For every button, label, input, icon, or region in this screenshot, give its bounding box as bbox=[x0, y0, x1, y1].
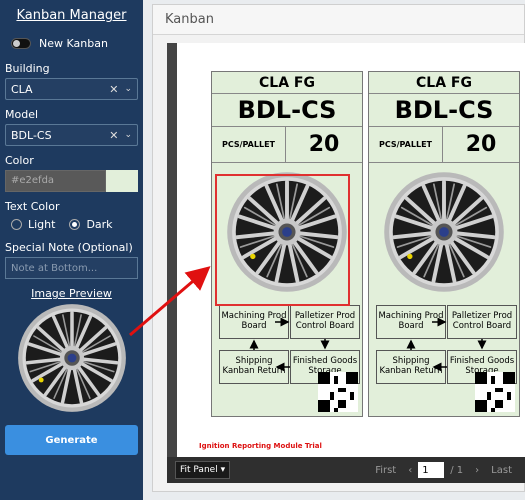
radio-light-label: Light bbox=[28, 218, 56, 231]
card-pcs-row: PCS/PALLET 20 bbox=[212, 127, 362, 163]
special-note-input[interactable]: Note at Bottom... bbox=[5, 257, 138, 279]
pdf-viewer[interactable]: CLA FG BDL-CS PCS/PALLET 20 Machining Pr… bbox=[167, 43, 525, 483]
building-label: Building bbox=[5, 62, 50, 75]
new-kanban-label: New Kanban bbox=[39, 37, 108, 50]
image-preview bbox=[5, 303, 138, 413]
footnote: Ignition Reporting Module Trial bbox=[199, 442, 322, 450]
fit-panel-label: Fit Panel bbox=[180, 465, 218, 475]
kanban-card: CLA FG BDL-CS PCS/PALLET 20 Machining Pr… bbox=[368, 71, 520, 417]
card-building: CLA FG bbox=[212, 72, 362, 94]
radio-light[interactable]: Light bbox=[11, 218, 55, 231]
model-value: BDL-CS bbox=[11, 128, 52, 142]
pcs-label: PCS/PALLET bbox=[369, 127, 443, 162]
building-select[interactable]: CLA ✕ ⌄ bbox=[5, 78, 138, 100]
building-value: CLA bbox=[11, 82, 33, 96]
radio-dark-label: Dark bbox=[86, 218, 113, 231]
qr-code bbox=[318, 372, 358, 412]
page-count: / 1 bbox=[450, 464, 464, 476]
last-page-button[interactable]: Last bbox=[491, 465, 512, 476]
first-page-button[interactable]: First bbox=[375, 465, 396, 476]
color-hex-input[interactable]: #e2efda bbox=[5, 170, 106, 192]
clear-building-icon[interactable]: ✕ bbox=[109, 83, 118, 96]
pcs-value: 20 bbox=[308, 132, 340, 157]
app-title: Kanban Manager bbox=[16, 8, 127, 23]
image-highlight-box bbox=[215, 174, 350, 306]
color-swatch[interactable] bbox=[106, 170, 138, 192]
sidebar: Kanban Manager New Kanban Building CLA ✕… bbox=[0, 0, 143, 500]
card-image bbox=[369, 163, 519, 301]
next-page-icon[interactable]: › bbox=[475, 465, 479, 476]
page-number-input[interactable]: 1 bbox=[418, 462, 445, 478]
generate-button[interactable]: Generate bbox=[5, 425, 138, 455]
kanban-panel: Kanban CLA FG BDL-CS PCS/PALLET 20 Machi… bbox=[152, 4, 525, 492]
image-preview-label: Image Preview bbox=[31, 287, 112, 300]
pcs-label: PCS/PALLET bbox=[212, 127, 286, 162]
viewer-edge bbox=[167, 43, 177, 463]
text-color-radio-group: Light Dark bbox=[11, 218, 138, 231]
new-kanban-toggle-row[interactable]: New Kanban bbox=[11, 37, 138, 50]
chevron-down-icon[interactable]: ⌄ bbox=[124, 130, 132, 140]
fit-panel-button[interactable]: Fit Panel ▾ bbox=[175, 461, 231, 479]
wheel-image bbox=[17, 303, 127, 413]
radio-dark[interactable]: Dark bbox=[69, 218, 113, 231]
color-picker: #e2efda bbox=[5, 170, 138, 192]
clear-model-icon[interactable]: ✕ bbox=[109, 129, 118, 142]
radio-light-dot[interactable] bbox=[11, 219, 22, 230]
qr-code bbox=[475, 372, 515, 412]
text-color-label: Text Color bbox=[5, 200, 60, 213]
model-select[interactable]: BDL-CS ✕ ⌄ bbox=[5, 124, 138, 146]
card-model: BDL-CS bbox=[212, 94, 362, 127]
pcs-value: 20 bbox=[465, 132, 497, 157]
pdf-page: CLA FG BDL-CS PCS/PALLET 20 Machining Pr… bbox=[177, 43, 525, 463]
card-building: CLA FG bbox=[369, 72, 519, 94]
card-pcs-row: PCS/PALLET 20 bbox=[369, 127, 519, 163]
pager-bar: Fit Panel ▾ First ‹ 1 / 1 › Last bbox=[167, 457, 525, 483]
wheel-image bbox=[383, 171, 505, 293]
model-label: Model bbox=[5, 108, 39, 121]
chevron-down-icon[interactable]: ⌄ bbox=[124, 84, 132, 94]
color-label: Color bbox=[5, 154, 34, 167]
new-kanban-toggle[interactable] bbox=[11, 38, 31, 49]
radio-dark-dot[interactable] bbox=[69, 219, 81, 230]
special-note-label: Special Note (Optional) bbox=[5, 241, 133, 254]
prev-page-icon[interactable]: ‹ bbox=[408, 465, 412, 476]
panel-title: Kanban bbox=[153, 5, 524, 35]
card-model: BDL-CS bbox=[369, 94, 519, 127]
